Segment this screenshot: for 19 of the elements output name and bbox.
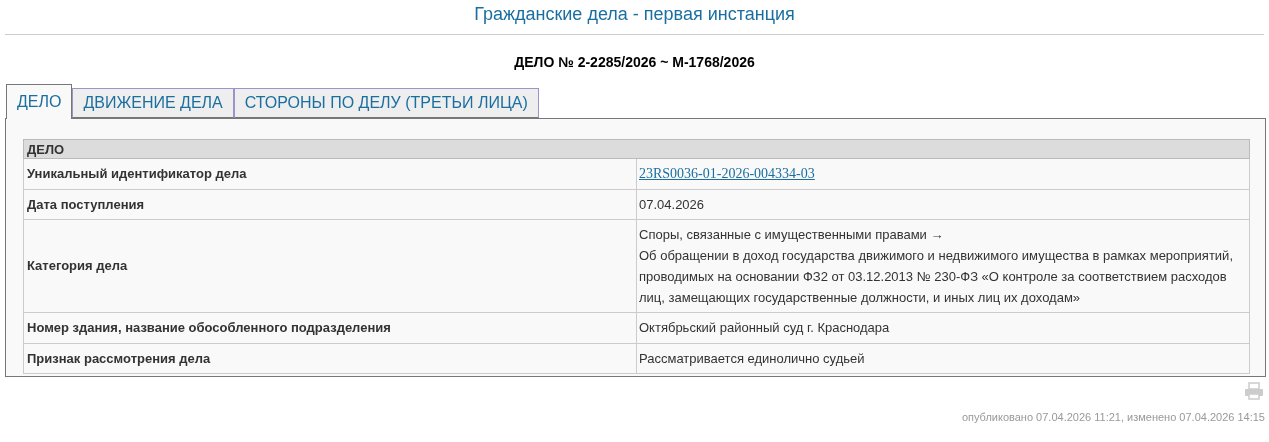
row-label: Признак рассмотрения дела (23, 343, 637, 374)
row-label: Дата поступления (23, 189, 637, 220)
identifier-link[interactable]: 23RS0036-01-2026-004334-03 (639, 166, 815, 182)
publication-info: опубликовано 07.04.2026 11:21, изменено 07.04.2026 14:15 (961, 410, 1265, 425)
tab[interactable]: ДВИЖЕНИЕ ДЕЛА (72, 88, 234, 118)
tab[interactable]: ДЕЛО (6, 84, 73, 119)
case-title: ДЕЛО № 2-2285/2026 ~ М-1768/2026 (514, 54, 755, 70)
row-label: Номер здания, название обособленного подразделения (23, 312, 637, 343)
printer-icon[interactable] (1244, 382, 1264, 400)
row-label: Уникальный идентификатор дела (23, 158, 637, 189)
cell-text: Об обращении в доход государства движимого и недвижимого имущества в рамках мероприятий, проводимых на основании ФЗ2 от 03.12.2013 № 230-ФЗ «О контроле за соответствием расходов лиц, замещающих государственные должности, и иных лиц их доходам» (639, 247, 1234, 307)
page-title: Гражданские дела - первая инстанция (474, 3, 795, 25)
cell-text: Рассматривается единолично судьей (639, 349, 866, 368)
row-label: Категория дела (23, 219, 637, 313)
table-header: ДЕЛО (23, 139, 1250, 159)
cell-text: 07.04.2026 (639, 195, 706, 214)
cell-text: Споры, связанные с имущественными правами → (639, 226, 945, 244)
tab[interactable]: СТОРОНЫ ПО ДЕЛУ (ТРЕТЬИ ЛИЦА) (233, 88, 539, 118)
cell-text: Октябрьский районный суд г. Краснодара (639, 319, 891, 338)
